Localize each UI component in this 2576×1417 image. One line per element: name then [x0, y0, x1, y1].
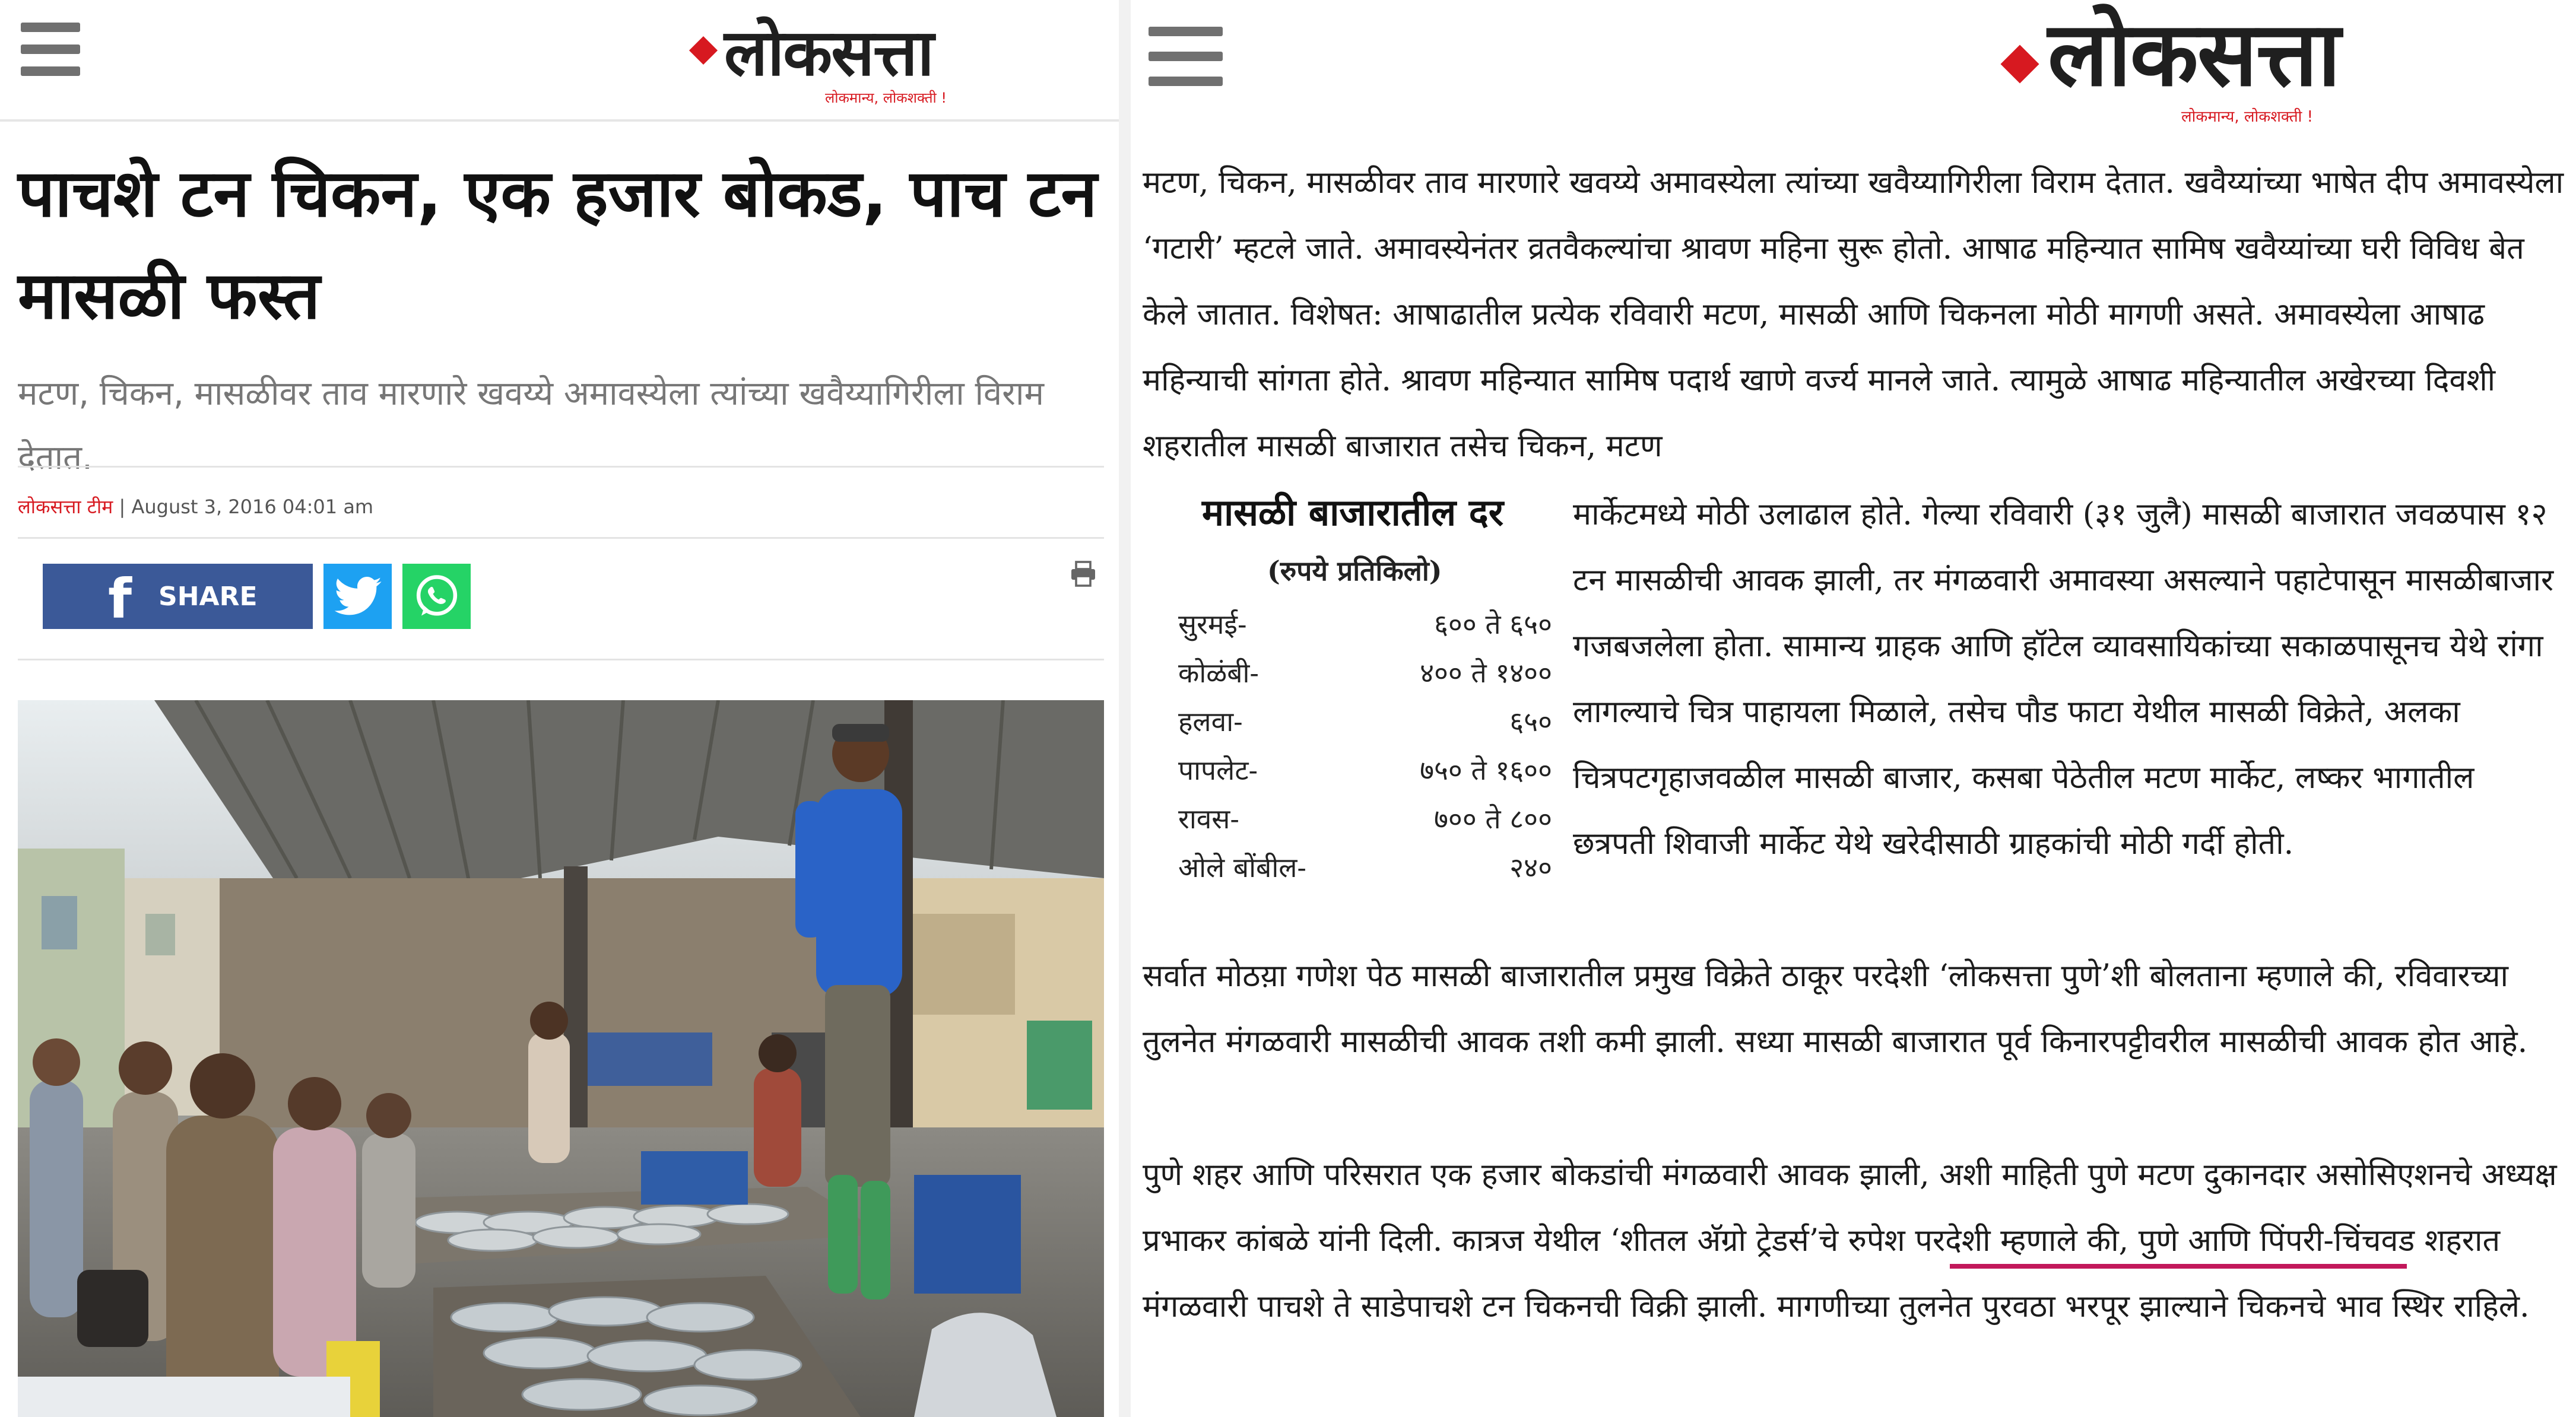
highlight-underline [1950, 1264, 2407, 1269]
fish-price: ७०० ते ८०० [1434, 803, 1552, 835]
share-bar: f SHARE [43, 564, 471, 632]
divider [18, 659, 1104, 660]
fish-price: २४० [1509, 852, 1552, 884]
facebook-share-label: SHARE [158, 582, 258, 612]
publish-date: August 3, 2016 04:01 am [131, 495, 374, 518]
fish-price: ४०० ते १४०० [1420, 657, 1552, 689]
fish-name: कोळंबी- [1178, 657, 1259, 689]
logo-tagline: लोकमान्य, लोकशक्ती ! [2181, 108, 2314, 126]
byline-separator: | [113, 495, 132, 518]
whatsapp-icon [416, 575, 457, 616]
article-paragraph-3: पुणे शहर आणि परिसरात एक हजार बोकडांची मं… [1143, 1157, 2557, 1324]
logo-wordmark: लोकसत्ता [2048, 3, 2341, 106]
whatsapp-share-button[interactable] [402, 564, 471, 629]
site-logo[interactable]: लोकसत्ता लोकमान्य, लोकशक्ती ! [689, 16, 947, 106]
rates-unit: (रुपये प्रतिकिलो) [1267, 555, 1442, 587]
hamburger-menu-icon[interactable] [1149, 27, 1223, 86]
fish-price: ७५० ते १६०० [1420, 754, 1552, 786]
fish-market-illustration [18, 700, 1104, 1417]
facebook-share-button[interactable]: f SHARE [43, 564, 313, 631]
fish-name: सुरमई- [1178, 608, 1247, 640]
rate-row: सुरमई- ६०० ते ६५० [1178, 605, 1552, 654]
logo-diamond-icon [2000, 45, 2039, 84]
fish-name: पापलेट- [1178, 754, 1258, 786]
fish-rates-box: मासळी बाजारातील दर (रुपये प्रतिकिलो) सुर… [1143, 481, 1570, 908]
article-paragraph-2: सर्वात मोठय़ा गणेश पेठ मासळी बाजारातील प… [1143, 958, 2528, 1060]
divider [18, 466, 1104, 468]
article-paragraph-1: मटण, चिकन, मासळीवर ताव मारणारे खवय्ये अम… [1143, 165, 2564, 464]
divider [18, 537, 1104, 539]
rate-row: रावस- ७०० ते ८०० [1178, 800, 1552, 849]
logo-tagline: लोकमान्य, लोकशक्ती ! [825, 90, 947, 106]
twitter-share-button[interactable] [323, 564, 392, 629]
facebook-icon: f [108, 567, 132, 631]
rate-row: कोळंबी- ४०० ते १४०० [1178, 654, 1552, 703]
logo-diamond-icon [689, 36, 718, 65]
print-icon[interactable] [1068, 561, 1098, 587]
twitter-bird-icon [334, 577, 382, 615]
newspaper-clipping-screenshot: लोकसत्ता लोकमान्य, लोकशक्ती ! मटण, चिकन,… [1131, 0, 2576, 1417]
fish-name: रावस- [1178, 803, 1239, 835]
rate-row: हलवा- ६५० [1178, 703, 1552, 751]
article-summary: मटण, चिकन, मासळीवर ताव मारणारे खवय्ये अम… [18, 374, 1045, 477]
hamburger-menu-icon[interactable] [21, 23, 80, 76]
logo-wordmark: लोकसत्ता [724, 16, 934, 90]
site-header: लोकसत्ता लोकमान्य, लोकशक्ती ! [0, 0, 1119, 122]
site-logo[interactable]: लोकसत्ता लोकमान्य, लोकशक्ती ! [2000, 3, 2341, 126]
fish-name: ओले बोंबील- [1178, 852, 1306, 884]
article-headline: पाचशे टन चिकन, एक हजार बोकड, पाच टन मासळ… [18, 155, 1097, 333]
fish-price: ६०० ते ६५० [1434, 608, 1552, 640]
fish-name: हलवा- [1178, 706, 1243, 738]
article-page-screenshot: लोकसत्ता लोकमान्य, लोकशक्ती ! पाचशे टन च… [0, 0, 1119, 1417]
rate-row: पापलेट- ७५० ते १६०० [1178, 751, 1552, 800]
article-byline: लोकसत्ता टीम | August 3, 2016 04:01 am [18, 494, 373, 519]
rates-title: मासळी बाजारातील दर [1202, 491, 1504, 534]
article-paragraph-1-continued: मार्केटमध्ये मोठी उलाढाल होते. गेल्या रव… [1573, 497, 2554, 862]
author-link[interactable]: लोकसत्ता टीम [18, 495, 113, 518]
panel-divider [1119, 0, 1131, 1417]
clipping-header: लोकसत्ता लोकमान्य, लोकशक्ती ! [1131, 0, 2576, 142]
rate-row: ओले बोंबील- २४० [1178, 849, 1552, 897]
fish-price: ६५० [1509, 706, 1552, 738]
fish-market-photo [18, 700, 1104, 1417]
